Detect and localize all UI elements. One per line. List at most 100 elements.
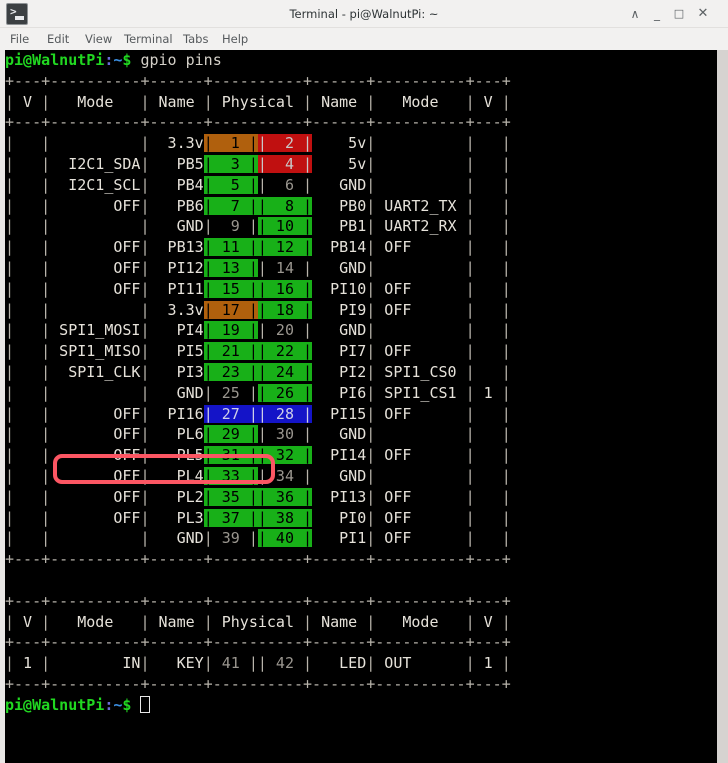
cell-name-right: PI2 [312, 362, 367, 381]
table-row: | | | GND| 9 || 10 | PB1| UART2_RX | | [5, 217, 511, 236]
header-mode-right: Mode [375, 92, 466, 111]
cell-pin-left: | 33 | [203, 466, 258, 485]
cell-mode-left [50, 217, 140, 235]
shade-button[interactable]: ∧ [626, 5, 644, 23]
cell-v-left [14, 259, 41, 277]
cell-pin-right: | 38 | [257, 508, 313, 527]
cell-mode-right: OFF [375, 279, 466, 298]
table-row: | | SPI1_MISO| PI5| 21 || 22 | PI7| OFF … [5, 342, 511, 361]
pin-number-right: 24 [266, 362, 294, 381]
cell-mode-left: OFF [50, 238, 141, 257]
cell-v-right [475, 529, 502, 547]
table-row: | | OFF| PL2| 35 || 36 | PI13| OFF | | [5, 487, 511, 506]
menu-item-view[interactable]: View [85, 28, 112, 50]
cell-name-left: 3.3v [149, 300, 204, 319]
cell-name-left: PI5 [149, 342, 204, 361]
cell-v-right [475, 217, 502, 235]
header-v-left: V [14, 612, 42, 631]
cell-name-right: GND [312, 175, 367, 194]
maximize-button[interactable]: □ [670, 5, 688, 23]
cell-name-left: PB5 [149, 154, 204, 173]
cell-name-right: PI14 [312, 446, 367, 465]
cell-v-left [14, 425, 41, 443]
table-row: | | OFF| PL4| 33 || 34 | GND| | | [5, 466, 511, 485]
table-header-row: | V | Mode | Name | Physical | Name | Mo… [5, 92, 511, 111]
table-row: | | | 3.3v| 1 || 2 | 5v| | | [5, 134, 511, 153]
cell-name-right: GND [312, 466, 367, 485]
menu-item-terminal[interactable]: Terminal [124, 28, 173, 50]
terminal-output-area[interactable]: pi@WalnutPi:~$ gpio pins +---+----------+… [5, 50, 717, 763]
cell-mode-left: OFF [50, 258, 141, 277]
cell-v-left [14, 342, 41, 360]
menu-item-tabs[interactable]: Tabs [183, 28, 208, 50]
prompt-user-host: pi@WalnutPi [5, 51, 105, 69]
pin-number-left: 39 [212, 529, 240, 548]
pin-number-right: 8 [266, 196, 294, 215]
pin-number-right: 22 [266, 342, 294, 361]
pin-number-right: 6 [266, 175, 294, 194]
cell-mode-left: OFF [50, 425, 141, 444]
table-row: | | OFF| PB13| 11 || 12 | PB14| OFF | | [5, 238, 511, 257]
cell-mode-left [50, 384, 140, 402]
cell-v-right [475, 301, 502, 319]
cell-pin-left: | 37 | [203, 508, 258, 527]
cell-name-left: PI11 [149, 279, 204, 298]
cell-mode-right: SPI1_CS0 [375, 362, 466, 381]
cell-mode-right [375, 425, 465, 443]
cell-v-left [14, 176, 41, 194]
cell-pin-left: | 17 | [203, 300, 258, 319]
table-separator-under-header: +---+----------+------+----------+------… [5, 112, 511, 133]
menu-item-file[interactable]: File [10, 28, 29, 50]
table-row: | | OFF| PL3| 37 || 38 | PI0| OFF | | [5, 508, 511, 527]
cell-mode-right [375, 259, 465, 277]
table-row: | 1 | IN| KEY| 41 || 42 | LED| OUT | 1 | [5, 654, 511, 673]
pin-number-left: 3 [212, 154, 240, 173]
cell-mode-left: OFF [50, 446, 141, 465]
cell-mode-right: OFF [375, 487, 466, 506]
cell-mode-right: OFF [375, 342, 466, 361]
pin-number-left: 5 [212, 175, 240, 194]
header-mode-left: Mode [50, 612, 141, 631]
cell-name-left: PB13 [149, 238, 204, 257]
close-button[interactable]: ✕ [694, 5, 712, 23]
cell-v-left [14, 405, 41, 423]
cell-v-right [475, 176, 502, 194]
table2-header-row: | V | Mode | Name | Physical | Name | Mo… [5, 612, 511, 631]
cell-name-right: PB1 [312, 217, 367, 236]
cell-name-right: GND [312, 258, 367, 277]
cell-mode-right: UART2_RX [375, 217, 466, 236]
pin-number-right: 20 [266, 321, 294, 340]
cell-pin-left: | 25 | [203, 383, 258, 402]
cell-name-right: PI7 [312, 342, 367, 361]
pin-number-left: 21 [212, 342, 240, 361]
cell-name-left: PL3 [149, 508, 204, 527]
minimize-button[interactable]: _ [648, 5, 666, 23]
cell-v-right [475, 446, 502, 464]
table-separator-top: +---+----------+------+----------+------… [5, 71, 511, 92]
pin-number-left: 27 [212, 404, 240, 423]
pin-number-right: 30 [266, 425, 294, 444]
cell-pin-right: | 40 | [257, 529, 313, 548]
pin-number-left: 13 [212, 258, 240, 277]
header-v-right: V [474, 92, 502, 111]
pin-number-left: 37 [212, 508, 240, 527]
cell-name-right: PI10 [312, 279, 367, 298]
pin-number-right: 34 [266, 466, 294, 485]
separator-text: +---+----------+------+----------+------… [5, 591, 511, 610]
cell-mode-left: IN [50, 654, 141, 673]
cell-pin-right: | 4 | [257, 154, 313, 173]
table-row: | | SPI1_CLK| PI3| 23 || 24 | PI2| SPI1_… [5, 362, 511, 381]
cell-pin-left: | 23 | [203, 362, 258, 381]
menu-item-edit[interactable]: Edit [47, 28, 69, 50]
cell-v-left [14, 217, 41, 235]
cell-name-left: PI12 [149, 258, 204, 277]
table2-separator-top: +---+----------+------+----------+------… [5, 591, 511, 612]
cell-v-left [14, 134, 41, 152]
title-bar: > Terminal - pi@WalnutPi: ~ ∧ _ □ ✕ [0, 0, 728, 28]
cell-v-right [475, 134, 502, 152]
cell-pin-left: | 31 | [203, 446, 258, 465]
cell-v-right [475, 321, 502, 339]
menu-item-help[interactable]: Help [222, 28, 248, 50]
cell-pin-left: | 39 | [203, 529, 258, 548]
